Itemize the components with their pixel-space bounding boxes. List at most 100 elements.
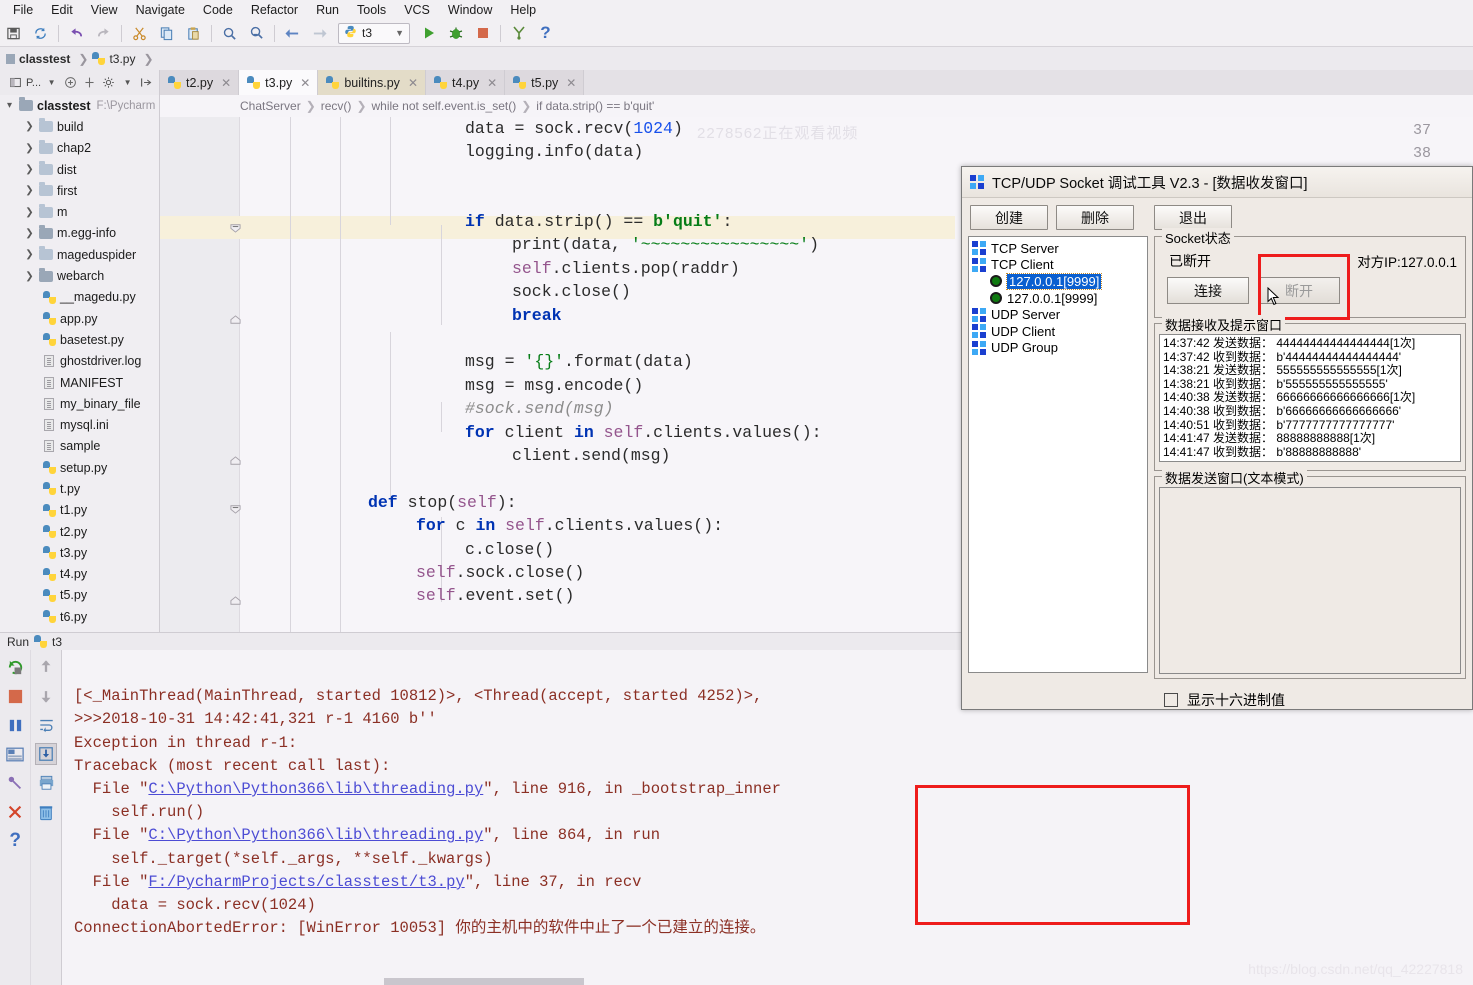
copy-icon[interactable] xyxy=(153,21,180,45)
tree-item-m-egg-info[interactable]: ❯ m.egg-info xyxy=(0,223,159,244)
menu-item-refactor[interactable]: Refactor xyxy=(242,0,307,20)
fold-marker-icon[interactable] xyxy=(230,313,241,324)
layout-icon[interactable] xyxy=(4,743,26,765)
socket-debug-tool-window[interactable]: TCP/UDP Socket 调试工具 V2.3 - [数据收发窗口] 创建 删… xyxy=(961,166,1473,710)
fold-marker-icon[interactable] xyxy=(230,501,241,514)
hex-display-checkbox[interactable] xyxy=(1164,693,1178,707)
tree-item-mageduspider[interactable]: ❯ mageduspider xyxy=(0,244,159,265)
tree-item-t3-py[interactable]: t3.py xyxy=(0,542,159,563)
socket-tree-udp-server[interactable]: UDP Server xyxy=(972,306,1147,323)
socket-receive-log[interactable]: 14:37:42 发送数据： 44444444444444444[1次] 14:… xyxy=(1159,334,1461,462)
soft-wrap-icon[interactable] xyxy=(35,714,57,736)
help-icon[interactable]: ? xyxy=(4,830,26,852)
tree-item-m[interactable]: ❯ m xyxy=(0,201,159,222)
tree-item-t2-py[interactable]: t2.py xyxy=(0,521,159,542)
tree-item-app-py[interactable]: app.py xyxy=(0,308,159,329)
run-icon[interactable] xyxy=(415,21,442,45)
tree-item-webarch[interactable]: ❯ webarch xyxy=(0,265,159,286)
chevron-right-icon[interactable]: ❯ xyxy=(22,249,37,260)
tree-item-t-py[interactable]: t.py xyxy=(0,478,159,499)
chevron-right-icon[interactable]: ❯ xyxy=(22,185,37,196)
help-icon[interactable]: ? xyxy=(532,21,559,45)
undo-icon[interactable] xyxy=(63,21,90,45)
tree-item-t5-py[interactable]: t5.py xyxy=(0,585,159,606)
project-view-label[interactable]: P... xyxy=(26,77,41,89)
close-icon[interactable]: ✕ xyxy=(300,76,310,90)
console-horizontal-scrollbar[interactable] xyxy=(384,978,584,985)
run-panel-config[interactable]: t3 xyxy=(52,635,62,649)
editor-tab-builtins[interactable]: builtins.py ✕ xyxy=(318,70,426,95)
rerun-icon[interactable] xyxy=(4,656,26,678)
menu-item-vcs[interactable]: VCS xyxy=(395,0,439,20)
close-icon[interactable]: ✕ xyxy=(221,76,231,90)
tree-item-sample[interactable]: sample xyxy=(0,436,159,457)
tree-root-classtest[interactable]: ▾ classtest F:\Pycharm xyxy=(0,95,159,116)
close-icon[interactable]: ✕ xyxy=(408,76,418,90)
socket-send-textarea[interactable] xyxy=(1159,487,1461,674)
code-breadcrumb-class[interactable]: ChatServer xyxy=(240,99,301,113)
scroll-up-icon[interactable] xyxy=(35,656,57,678)
exit-button[interactable]: 退出 xyxy=(1154,205,1232,230)
hide-toolwindow-icon[interactable] xyxy=(138,74,155,91)
tree-item-basetest-py[interactable]: basetest.py xyxy=(0,329,159,350)
redo-icon[interactable] xyxy=(90,21,117,45)
run-configuration-selector[interactable]: t3 ▼ xyxy=(338,22,410,44)
editor-tab-t5[interactable]: t5.py ✕ xyxy=(505,70,585,95)
scroll-down-icon[interactable] xyxy=(35,685,57,707)
find-icon[interactable] xyxy=(216,21,243,45)
save-all-icon[interactable] xyxy=(0,21,27,45)
menu-item-window[interactable]: Window xyxy=(439,0,501,20)
tree-item-build[interactable]: ❯ build xyxy=(0,116,159,137)
socket-tree-udp-group[interactable]: UDP Group xyxy=(972,340,1147,357)
pause-icon[interactable] xyxy=(4,714,26,736)
fold-marker-icon[interactable] xyxy=(230,594,241,605)
socket-tree-udp-client[interactable]: UDP Client xyxy=(972,323,1147,340)
chevron-right-icon[interactable]: ❯ xyxy=(22,143,37,154)
stop-icon[interactable] xyxy=(4,685,26,707)
console-link-t3-37[interactable]: F:/PycharmProjects/classtest/t3.py xyxy=(148,873,464,891)
tree-item-ghostdriver-log[interactable]: ghostdriver.log xyxy=(0,351,159,372)
paste-icon[interactable] xyxy=(180,21,207,45)
breadcrumb-file[interactable]: t3.py xyxy=(92,52,139,66)
close-icon[interactable] xyxy=(4,801,26,823)
project-tree[interactable]: ▾ classtest F:\Pycharm ❯ build ❯ chap2 ❯ di… xyxy=(0,95,160,632)
chevron-right-icon[interactable]: ❯ xyxy=(22,228,37,239)
back-icon[interactable] xyxy=(279,21,306,45)
print-icon[interactable] xyxy=(35,772,57,794)
menu-item-tools[interactable]: Tools xyxy=(348,0,395,20)
menu-item-file[interactable]: File xyxy=(4,0,42,20)
forward-icon[interactable] xyxy=(306,21,333,45)
editor-tab-t3[interactable]: t3.py ✕ xyxy=(239,70,319,95)
chevron-down-icon[interactable]: ▼ xyxy=(119,74,136,91)
sync-icon[interactable] xyxy=(27,21,54,45)
menu-item-navigate[interactable]: Navigate xyxy=(127,0,194,20)
settings-wrench-icon[interactable] xyxy=(505,21,532,45)
console-link-threading-864[interactable]: C:\Python\Python366\lib\threading.py xyxy=(148,826,483,844)
editor-tab-t2[interactable]: t2.py ✕ xyxy=(160,70,240,95)
chevron-down-icon[interactable]: ▼ xyxy=(43,74,60,91)
menu-item-edit[interactable]: Edit xyxy=(42,0,82,20)
debug-icon[interactable] xyxy=(442,21,469,45)
socket-tree-conn-selected[interactable]: 127.0.0.1[9999] xyxy=(972,272,1147,290)
console-link-threading-916[interactable]: C:\Python\Python366\lib\threading.py xyxy=(148,780,483,798)
tree-item-dist[interactable]: ❯ dist xyxy=(0,159,159,180)
menu-item-run[interactable]: Run xyxy=(307,0,348,20)
code-breadcrumb-while[interactable]: while not self.event.is_set() xyxy=(372,99,517,113)
tree-item-t4-py[interactable]: t4.py xyxy=(0,564,159,585)
close-icon[interactable]: ✕ xyxy=(487,76,497,90)
menu-item-help[interactable]: Help xyxy=(501,0,545,20)
collapse-all-icon[interactable] xyxy=(62,74,79,91)
settings-gear-icon[interactable] xyxy=(100,74,117,91)
delete-button[interactable]: 删除 xyxy=(1056,205,1134,230)
editor-tab-t4[interactable]: t4.py ✕ xyxy=(426,70,506,95)
socket-connection-tree[interactable]: TCP Server TCP Client 127.0.0.1[9999] 12… xyxy=(968,236,1148,673)
chevron-down-icon[interactable]: ▼ xyxy=(395,28,404,38)
tree-item-my-binary-file[interactable]: my_binary_file xyxy=(0,393,159,414)
socket-tree-tcp-client[interactable]: TCP Client xyxy=(972,257,1147,274)
editor-gutter[interactable] xyxy=(160,117,240,632)
autoscroll-icon[interactable] xyxy=(81,74,98,91)
tree-item-t6-py[interactable]: t6.py xyxy=(0,606,159,627)
chevron-right-icon[interactable]: ❯ xyxy=(22,164,37,175)
tree-item-t1-py[interactable]: t1.py xyxy=(0,500,159,521)
fold-marker-icon[interactable] xyxy=(230,220,241,233)
